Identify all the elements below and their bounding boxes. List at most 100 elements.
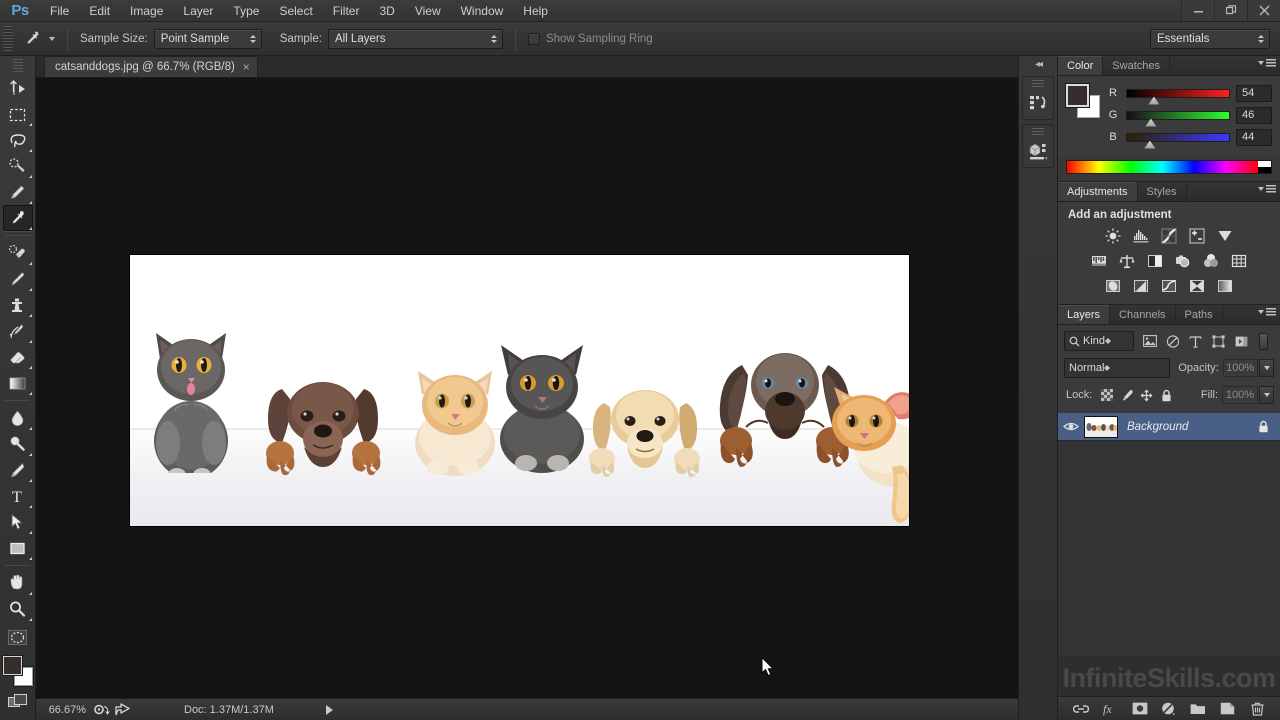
panel-grip[interactable]	[1032, 80, 1044, 88]
minimize-button[interactable]	[1181, 0, 1214, 21]
menu-item-window[interactable]: Window	[451, 0, 514, 22]
menu-item-view[interactable]: View	[405, 0, 451, 22]
gradient-tool[interactable]	[3, 370, 33, 396]
color-swatches[interactable]	[1, 655, 34, 687]
menu-item-edit[interactable]: Edit	[79, 0, 120, 22]
close-button[interactable]	[1247, 0, 1280, 21]
3d-panel-icon[interactable]	[1023, 138, 1055, 164]
close-icon[interactable]: ×	[243, 61, 250, 73]
rectangular-marquee-tool[interactable]	[3, 101, 33, 127]
channel-value-b[interactable]: 44	[1236, 128, 1272, 146]
tab-styles[interactable]: Styles	[1138, 182, 1187, 201]
restore-button[interactable]	[1214, 0, 1247, 21]
threshold-icon[interactable]	[1159, 277, 1179, 295]
zoom-level[interactable]: 66.67%	[36, 704, 92, 716]
rectangle-shape-tool[interactable]	[3, 535, 33, 561]
eyedropper-icon[interactable]	[19, 26, 45, 52]
tab-paths[interactable]: Paths	[1176, 305, 1223, 324]
channel-mixer-icon[interactable]	[1201, 252, 1221, 270]
posterize-icon[interactable]	[1131, 277, 1151, 295]
vibrance-icon[interactable]	[1215, 227, 1235, 245]
tool-preset-chevron-down-icon[interactable]	[49, 36, 55, 41]
quick-selection-tool[interactable]	[3, 153, 33, 179]
lock-image-pixels-icon[interactable]	[1118, 387, 1135, 404]
menu-item-help[interactable]: Help	[513, 0, 558, 22]
fill-value[interactable]: 100%	[1222, 386, 1258, 404]
status-expand-arrow-icon[interactable]	[325, 704, 333, 715]
move-tool[interactable]	[3, 75, 33, 101]
gradient-map-icon[interactable]	[1215, 277, 1235, 295]
spectrum-gradient[interactable]	[1067, 161, 1258, 173]
layer-row-background[interactable]: Background	[1058, 413, 1280, 441]
levels-icon[interactable]	[1131, 227, 1151, 245]
filter-pixel-icon[interactable]	[1140, 332, 1159, 350]
layers-panel-menu-button[interactable]	[1258, 308, 1276, 316]
panel-grip[interactable]	[1032, 128, 1044, 136]
tab-swatches[interactable]: Swatches	[1103, 56, 1170, 75]
opacity-stepper[interactable]	[1259, 359, 1274, 377]
menu-item-3d[interactable]: 3D	[369, 0, 404, 22]
menu-item-type[interactable]: Type	[223, 0, 269, 22]
sample-size-select[interactable]: Point Sample	[153, 28, 262, 49]
brightness-contrast-icon[interactable]	[1103, 227, 1123, 245]
exposure-icon[interactable]	[1187, 227, 1207, 245]
hue-saturation-icon[interactable]	[1089, 252, 1109, 270]
spot-healing-brush-tool[interactable]	[3, 240, 33, 266]
new-adjustment-layer-icon[interactable]	[1159, 700, 1179, 718]
quick-mask-toggle[interactable]	[3, 624, 33, 650]
channel-value-g[interactable]: 46	[1236, 106, 1272, 124]
slider-thumb[interactable]	[1144, 140, 1156, 149]
color-lookup-icon[interactable]	[1229, 252, 1249, 270]
path-selection-tool[interactable]	[3, 509, 33, 535]
channel-slider-b[interactable]	[1126, 132, 1230, 149]
filter-type-icon[interactable]	[1186, 332, 1205, 350]
lasso-tool[interactable]	[3, 127, 33, 153]
dodge-tool[interactable]	[3, 431, 33, 457]
color-panel-menu-button[interactable]	[1258, 59, 1276, 67]
share-icon[interactable]	[112, 702, 132, 718]
new-group-icon[interactable]	[1188, 700, 1208, 718]
preview-settings-icon[interactable]	[92, 702, 112, 718]
screen-mode-button[interactable]	[3, 688, 33, 714]
menu-item-file[interactable]: File	[40, 0, 79, 22]
document-tab[interactable]: catsanddogs.jpg @ 66.7% (RGB/8) ×	[44, 56, 258, 77]
color-balance-icon[interactable]	[1117, 252, 1137, 270]
add-layer-mask-icon[interactable]	[1130, 700, 1150, 718]
color-panel-swatches[interactable]	[1065, 83, 1100, 118]
slider-thumb[interactable]	[1148, 96, 1160, 105]
lock-transparent-pixels-icon[interactable]	[1098, 387, 1115, 404]
delete-layer-icon[interactable]	[1247, 700, 1267, 718]
layer-list[interactable]: Background	[1058, 413, 1280, 656]
black-white-icon[interactable]	[1145, 252, 1165, 270]
filter-smart-object-icon[interactable]	[1232, 332, 1251, 350]
menu-item-image[interactable]: Image	[120, 0, 173, 22]
new-layer-icon[interactable]	[1218, 700, 1238, 718]
filter-adjustment-icon[interactable]	[1163, 332, 1182, 350]
opacity-value[interactable]: 100%	[1222, 359, 1259, 377]
tab-layers[interactable]: Layers	[1058, 305, 1111, 324]
selective-color-icon[interactable]	[1187, 277, 1207, 295]
spectrum-black-white[interactable]	[1258, 161, 1271, 173]
fill-stepper[interactable]	[1259, 386, 1274, 404]
channel-slider-g[interactable]	[1126, 110, 1230, 127]
brush-tool[interactable]	[3, 266, 33, 292]
color-spectrum-bar[interactable]	[1066, 160, 1272, 174]
zoom-tool[interactable]	[3, 596, 33, 622]
layer-visibility-eye-icon[interactable]	[1058, 421, 1084, 432]
tab-channels[interactable]: Channels	[1110, 305, 1176, 324]
crop-tool[interactable]	[3, 179, 33, 205]
layer-style-fx-icon[interactable]: fx	[1100, 700, 1120, 718]
layer-filter-kind-select[interactable]: Kind	[1064, 331, 1134, 351]
eraser-tool[interactable]	[3, 344, 33, 370]
filter-shape-icon[interactable]	[1209, 332, 1228, 350]
workspace-select[interactable]: Essentials	[1150, 28, 1270, 49]
blend-mode-select[interactable]: Normal	[1064, 358, 1171, 378]
blur-tool[interactable]	[3, 405, 33, 431]
channel-value-r[interactable]: 54	[1236, 84, 1272, 102]
options-bar-grip[interactable]	[3, 25, 13, 52]
document-image[interactable]	[130, 255, 909, 526]
color-panel-foreground-swatch[interactable]	[1065, 83, 1090, 108]
canvas-area[interactable]	[36, 78, 1018, 698]
eyedropper-tool[interactable]	[2, 205, 33, 231]
pen-tool[interactable]	[3, 457, 33, 483]
